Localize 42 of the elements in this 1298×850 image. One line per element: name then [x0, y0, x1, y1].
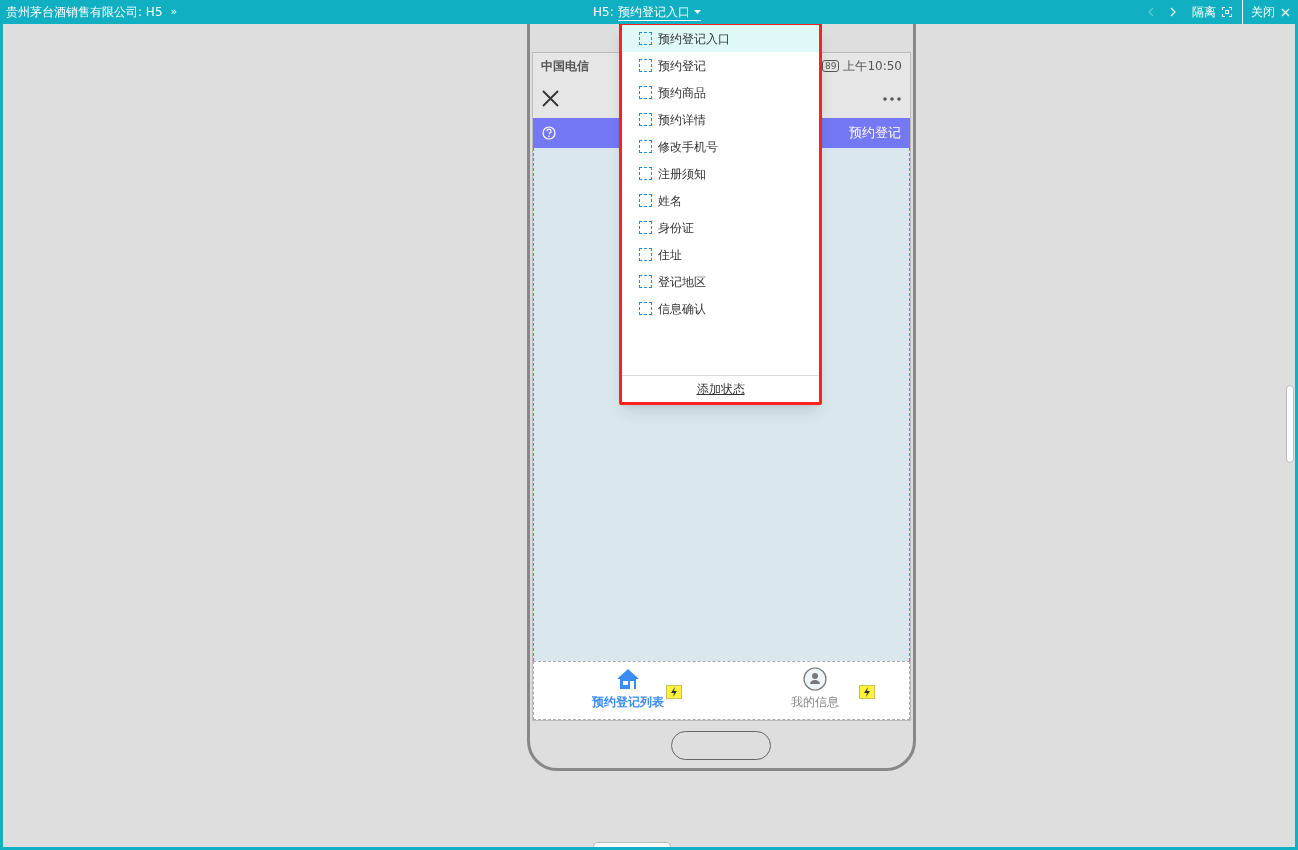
state-item[interactable]: 预约登记入口	[622, 25, 819, 52]
state-item[interactable]: 注册须知	[622, 160, 819, 187]
vertical-scrollbar[interactable]	[1286, 385, 1294, 463]
interaction-badge	[666, 685, 682, 699]
state-item[interactable]: 住址	[622, 241, 819, 268]
close-icon	[1281, 7, 1290, 17]
state-icon	[639, 86, 652, 99]
state-icon	[639, 302, 652, 315]
state-icon	[639, 167, 652, 180]
state-icon	[639, 248, 652, 261]
state-item[interactable]: 身份证	[622, 214, 819, 241]
state-item[interactable]: 登记地区	[622, 268, 819, 295]
chevron-right-icon	[1169, 7, 1177, 17]
close-icon[interactable]	[542, 90, 559, 107]
house-icon	[615, 667, 640, 691]
user-icon	[803, 667, 828, 691]
state-icon	[639, 140, 652, 153]
state-icon	[639, 113, 652, 126]
tab-item[interactable]: 我的信息	[791, 662, 840, 719]
state-item[interactable]: 预约商品	[622, 79, 819, 106]
state-icon	[639, 194, 652, 207]
state-item[interactable]: 姓名	[622, 187, 819, 214]
carrier-label: 中国电信	[541, 58, 589, 75]
more-icon[interactable]	[883, 96, 901, 101]
state-item[interactable]: 信息确认	[622, 295, 819, 322]
interaction-badge	[858, 685, 875, 699]
state-item[interactable]: 预约详情	[622, 106, 819, 133]
add-state-link[interactable]: 添加状态	[696, 380, 745, 398]
page-label: H5:	[593, 4, 614, 21]
header-title: 预约登记	[849, 124, 901, 143]
clock-label: 上午10:50	[843, 58, 902, 75]
help-icon[interactable]	[542, 126, 556, 140]
state-item[interactable]: 预约登记	[622, 52, 819, 79]
state-icon	[639, 275, 652, 288]
chevron-left-icon	[1147, 7, 1155, 17]
caret-icon	[693, 9, 701, 14]
state-icon	[639, 32, 652, 45]
state-icon	[639, 59, 652, 72]
project-title: 贵州茅台酒销售有限公司: H5	[6, 4, 163, 21]
focus-icon	[1222, 7, 1232, 17]
state-item[interactable]: 修改手机号	[622, 133, 819, 160]
state-icon	[639, 221, 652, 234]
